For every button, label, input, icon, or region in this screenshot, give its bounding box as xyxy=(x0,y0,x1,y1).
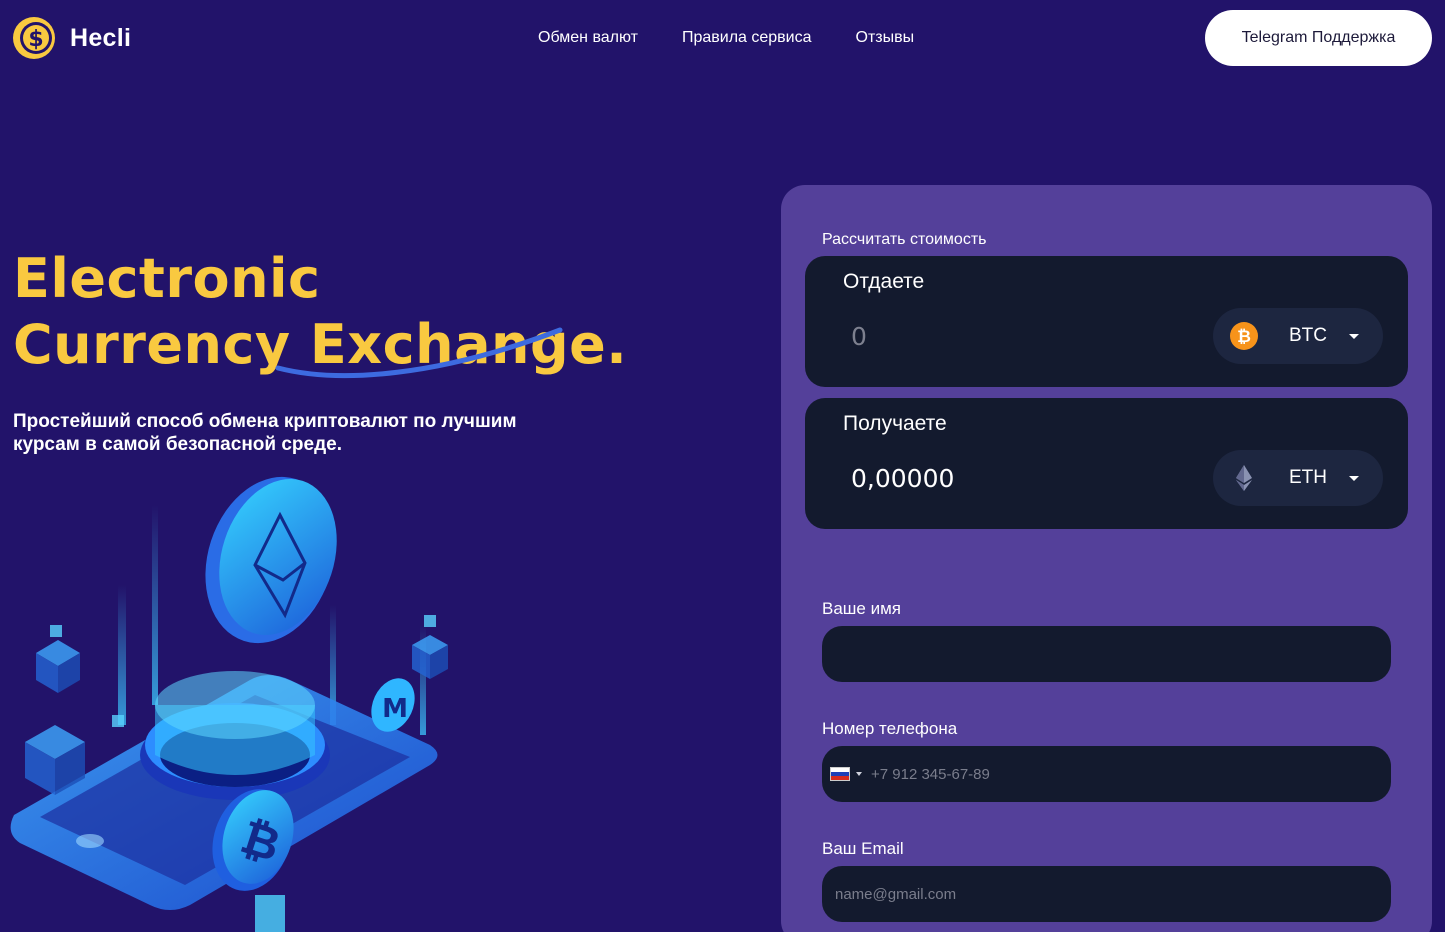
brand-name: Hecli xyxy=(70,23,132,52)
hero-title-line-2: Currency Exchange. xyxy=(13,313,628,376)
ethereum-icon xyxy=(1236,465,1252,491)
caret-down-icon[interactable] xyxy=(856,772,862,776)
phone-field xyxy=(822,746,1391,802)
give-currency-select[interactable]: ₿ BTC xyxy=(1213,308,1383,364)
get-currency-name: ETH xyxy=(1289,467,1327,488)
get-currency-select[interactable]: ETH xyxy=(1213,450,1383,506)
hero-subtitle: Простейший способ обмена криптовалют по … xyxy=(13,410,573,456)
russia-flag-icon[interactable] xyxy=(830,767,850,781)
get-amount-value: 0,00000 xyxy=(851,464,955,493)
hero-title-line-1: Electronic xyxy=(13,247,321,310)
hero-subtitle-line-1: Простейший способ обмена криптовалют по … xyxy=(13,411,517,432)
dollar-coin-icon: $ xyxy=(13,17,55,59)
nav-link-reviews[interactable]: Отзывы xyxy=(856,28,915,48)
svg-text:₿: ₿ xyxy=(1237,327,1251,347)
give-amount-input[interactable]: 0 xyxy=(851,322,867,351)
svg-text:M: M xyxy=(382,694,408,724)
phone-input[interactable] xyxy=(871,746,1391,802)
email-input[interactable] xyxy=(822,866,1391,922)
get-caption: Получаете xyxy=(843,412,947,435)
email-label: Ваш Email xyxy=(822,839,904,858)
phone-label: Номер телефона xyxy=(822,719,958,738)
chevron-down-icon xyxy=(1349,475,1359,481)
name-label: Ваше имя xyxy=(822,599,901,618)
crypto-isometric-illustration: ₿ M xyxy=(10,476,448,932)
get-box: Получаете 0,00000 ETH xyxy=(805,398,1408,529)
svg-text:$: $ xyxy=(28,27,43,52)
exchange-panel: Рассчитать стоимость Отдаете 0 ₿ BTC Пол… xyxy=(781,185,1432,932)
give-currency-name: BTC xyxy=(1289,325,1327,346)
bitcoin-icon: ₿ xyxy=(1230,322,1258,350)
brand-logo[interactable]: $ Hecli xyxy=(12,16,131,60)
hero-subtitle-line-2: курсам в самой безопасной среде. xyxy=(13,434,343,455)
name-input[interactable] xyxy=(822,626,1391,682)
calc-label: Рассчитать стоимость xyxy=(822,231,987,248)
hero-title: Electronic Currency Exchange. xyxy=(13,246,627,378)
nav-link-exchange[interactable]: Обмен валют xyxy=(538,28,638,48)
nav-link-rules[interactable]: Правила сервиса xyxy=(682,28,812,48)
chevron-down-icon xyxy=(1349,333,1359,339)
main-nav: Обмен валют Правила сервиса Отзывы xyxy=(538,28,914,48)
telegram-support-button[interactable]: Telegram Поддержка xyxy=(1205,10,1432,66)
give-box: Отдаете 0 ₿ BTC xyxy=(805,256,1408,387)
give-caption: Отдаете xyxy=(843,270,925,293)
